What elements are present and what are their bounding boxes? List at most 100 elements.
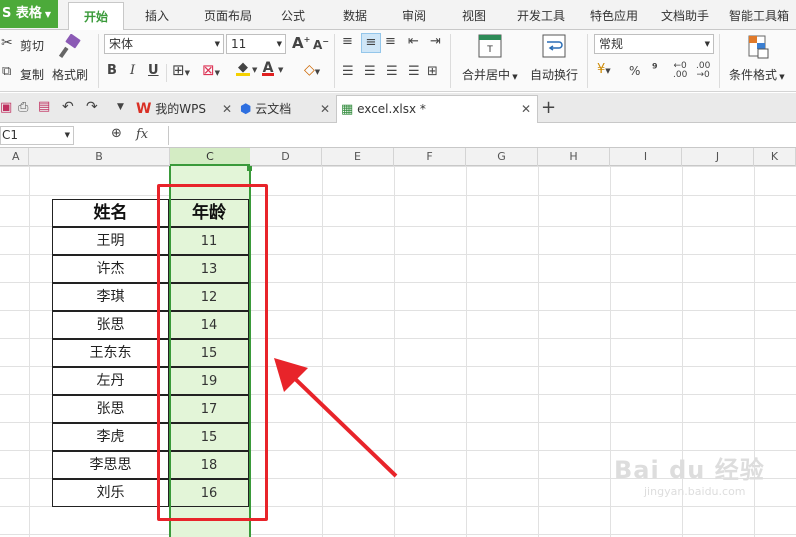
align-bottom-icon[interactable]: ≡ bbox=[385, 34, 396, 49]
bold-button[interactable]: B bbox=[107, 63, 117, 78]
column-header-d[interactable]: D bbox=[250, 148, 322, 166]
grow-font-button[interactable]: A+ bbox=[292, 34, 310, 52]
column-header-i[interactable]: I bbox=[610, 148, 682, 166]
font-color-icon[interactable]: A bbox=[262, 60, 274, 76]
italic-button[interactable]: I bbox=[130, 63, 135, 78]
grid-line-horizontal bbox=[0, 166, 796, 167]
undo-icon[interactable]: ↶ bbox=[62, 99, 74, 115]
search-function-icon[interactable]: ⊕ bbox=[111, 126, 122, 141]
wrap-text-button[interactable]: 自动换行 bbox=[530, 66, 578, 83]
fill-handle[interactable] bbox=[247, 166, 252, 171]
cell-name[interactable]: 王明 bbox=[52, 227, 169, 255]
column-header-j[interactable]: J bbox=[682, 148, 754, 166]
app-menu-button[interactable]: S 表格 ▼ bbox=[0, 0, 58, 28]
cell-name[interactable]: 张思 bbox=[52, 395, 169, 423]
copy-icon[interactable]: ⧉ bbox=[2, 64, 11, 79]
indent-increase-icon[interactable]: ⇥ bbox=[430, 34, 441, 49]
column-header-h[interactable]: H bbox=[538, 148, 610, 166]
redo-icon[interactable]: ↷ bbox=[86, 99, 98, 115]
doc-tab-cloud-docs[interactable]: ⬢ 云文档 ✕ bbox=[240, 96, 332, 122]
align-center-icon[interactable]: ☰ bbox=[364, 64, 376, 79]
formula-input[interactable] bbox=[168, 126, 796, 145]
fill-pattern-icon[interactable]: ⊠▼ bbox=[202, 61, 220, 79]
conditional-format-button[interactable]: 条件格式 ▼ bbox=[729, 66, 785, 83]
cell-name[interactable]: 李琪 bbox=[52, 283, 169, 311]
format-painter-button[interactable]: 格式刷 bbox=[52, 66, 88, 83]
currency-icon[interactable]: ¥▼ bbox=[597, 62, 611, 77]
chevron-down-icon[interactable]: ▼ bbox=[277, 35, 282, 53]
tab-menu-5[interactable]: 审阅 bbox=[392, 4, 436, 28]
copy-button[interactable]: 复制 bbox=[20, 66, 44, 83]
indent-decrease-icon[interactable]: ⇤ bbox=[408, 34, 419, 49]
doc-tab-my-wps[interactable]: W 我的WPS ✕ bbox=[136, 96, 234, 122]
tab-menu-3[interactable]: 公式 bbox=[272, 4, 314, 28]
fill-color-icon[interactable]: ◆ bbox=[236, 60, 250, 76]
print-icon[interactable]: ⎙ bbox=[18, 100, 28, 115]
column-header-f[interactable]: F bbox=[394, 148, 466, 166]
border-icon[interactable]: ⊞▼ bbox=[172, 61, 190, 79]
column-header-g[interactable]: G bbox=[466, 148, 538, 166]
column-header-a[interactable]: A bbox=[0, 148, 29, 166]
quick-access-dropdown-icon[interactable]: ▼ bbox=[117, 102, 124, 112]
tab-menu-8[interactable]: 特色应用 bbox=[583, 4, 645, 28]
align-middle-icon[interactable]: ≡ bbox=[361, 33, 381, 53]
column-header-k[interactable]: K bbox=[754, 148, 796, 166]
percent-button[interactable]: % bbox=[629, 64, 640, 78]
cut-icon[interactable]: ✂ bbox=[1, 35, 13, 51]
format-painter-icon[interactable] bbox=[58, 33, 84, 62]
underline-button[interactable]: U bbox=[148, 63, 159, 78]
watermark: Bai du 经验 jingyan.baidu.com bbox=[614, 450, 794, 530]
align-top-icon[interactable]: ≡ bbox=[342, 34, 353, 49]
align-left-icon[interactable]: ☰ bbox=[342, 64, 354, 79]
tab-menu-1[interactable]: 插入 bbox=[133, 4, 181, 28]
cell-name[interactable]: 张思 bbox=[52, 311, 169, 339]
chevron-down-icon[interactable]: ▼ bbox=[215, 35, 220, 53]
cell-name[interactable]: 王东东 bbox=[52, 339, 169, 367]
preview-icon[interactable]: ▤ bbox=[38, 99, 50, 114]
tab-menu-6[interactable]: 视图 bbox=[450, 4, 498, 28]
wrap-text-icon[interactable] bbox=[542, 34, 566, 58]
chevron-down-icon[interactable]: ▼ bbox=[252, 66, 257, 74]
merge-center-button[interactable]: 合并居中 ▼ bbox=[462, 66, 518, 83]
close-icon[interactable]: ✕ bbox=[222, 96, 232, 122]
chevron-down-icon[interactable]: ▼ bbox=[65, 127, 70, 144]
tab-menu-4[interactable]: 数据 bbox=[331, 4, 379, 28]
increase-decimal-icon[interactable]: ←0.00 bbox=[673, 62, 687, 80]
merge-center-icon[interactable]: T bbox=[478, 34, 502, 58]
tab-menu-7[interactable]: 开发工具 bbox=[510, 4, 572, 28]
cut-button[interactable]: 剪切 bbox=[20, 37, 44, 54]
column-header-b[interactable]: B bbox=[29, 148, 170, 166]
font-name-select[interactable]: 宋体 ▼ bbox=[104, 34, 224, 54]
align-right-icon[interactable]: ☰ bbox=[386, 64, 398, 79]
name-box[interactable]: C1 ▼ bbox=[0, 126, 74, 145]
thousands-button[interactable]: ⁹ bbox=[652, 62, 658, 77]
decrease-decimal-icon[interactable]: .00 →0 bbox=[696, 62, 710, 80]
close-icon[interactable]: ✕ bbox=[320, 96, 330, 122]
clear-format-icon[interactable]: ◇▼ bbox=[304, 62, 320, 78]
font-size-select[interactable]: 11 ▼ bbox=[226, 34, 286, 54]
doc-tab-excel-active[interactable]: ▦ excel.xlsx * ✕ bbox=[336, 95, 538, 123]
cell-name[interactable]: 刘乐 bbox=[52, 479, 169, 507]
tab-menu-9[interactable]: 文档助手 bbox=[654, 4, 716, 28]
column-header-e[interactable]: E bbox=[322, 148, 394, 166]
cell-name[interactable]: 许杰 bbox=[52, 255, 169, 283]
number-format-select[interactable]: 常规 ▼ bbox=[594, 34, 714, 54]
tab-menu-0[interactable]: 开始 bbox=[68, 2, 124, 30]
distribute-icon[interactable]: ⊞ bbox=[427, 64, 438, 79]
close-icon[interactable]: ✕ bbox=[521, 96, 531, 122]
shrink-font-button[interactable]: A− bbox=[313, 37, 329, 52]
conditional-format-icon[interactable] bbox=[746, 34, 770, 60]
new-tab-button[interactable]: + bbox=[541, 97, 556, 118]
cell-name[interactable]: 左丹 bbox=[52, 367, 169, 395]
chevron-down-icon[interactable]: ▼ bbox=[278, 66, 283, 74]
save-icon[interactable]: ▣ bbox=[0, 100, 12, 115]
insert-function-button[interactable]: fx bbox=[136, 127, 148, 142]
justify-icon[interactable]: ☰ bbox=[408, 64, 420, 79]
header-name[interactable]: 姓名 bbox=[52, 199, 169, 227]
chevron-down-icon[interactable]: ▼ bbox=[705, 35, 710, 53]
cell-name[interactable]: 李虎 bbox=[52, 423, 169, 451]
tab-menu-10[interactable]: 智能工具箱 bbox=[724, 4, 794, 28]
cell-name[interactable]: 李思思 bbox=[52, 451, 169, 479]
tab-menu-2[interactable]: 页面布局 bbox=[193, 4, 263, 28]
doc-tab-label: 我的WPS bbox=[155, 102, 207, 116]
